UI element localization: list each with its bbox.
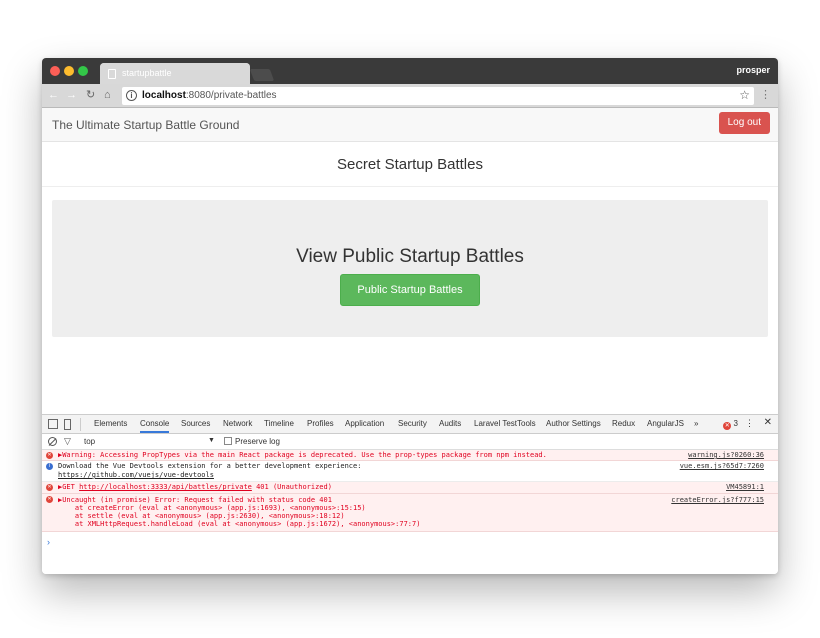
log-source-link[interactable]: VM45891:1 [726, 483, 764, 491]
error-icon: ✕ [46, 496, 53, 503]
tab-redux[interactable]: Redux [612, 419, 635, 428]
browser-tab[interactable]: startupbattle [100, 63, 250, 84]
tab-sources[interactable]: Sources [181, 419, 210, 428]
devtools-panel: Elements Console Sources Network Timelin… [42, 414, 778, 574]
tab-title: startupbattle [122, 68, 172, 78]
back-icon[interactable]: ← [48, 88, 59, 102]
stack-line: at settle (eval at <anonymous> (app.js:2… [58, 512, 345, 520]
address-toolbar: ← → ↻ ⌂ i localhost:8080/private-battles… [42, 84, 778, 108]
error-count: 3 [733, 419, 738, 428]
stack-line: at XMLHttpRequest.handleLoad (eval at <a… [58, 520, 421, 528]
home-icon[interactable]: ⌂ [104, 88, 111, 102]
jumbotron: View Public Startup Battles Public Start… [52, 200, 768, 337]
browser-window: startupbattle prosper ← → ↻ ⌂ i localhos… [42, 58, 778, 574]
log-source-link[interactable]: vue.esm.js?65d7:7260 [680, 462, 764, 470]
address-bar[interactable]: i localhost:8080/private-battles ☆ [122, 87, 754, 105]
browser-menu-icon[interactable]: ⋮ [760, 88, 771, 101]
url-host: localhost [142, 90, 186, 101]
profile-name[interactable]: prosper [736, 65, 770, 75]
tab-profiles[interactable]: Profiles [307, 419, 334, 428]
minimize-window-button[interactable] [64, 66, 74, 76]
error-icon: ✕ [46, 452, 53, 459]
page-icon [108, 69, 116, 79]
tab-elements[interactable]: Elements [94, 419, 127, 428]
filter-icon[interactable]: ▽ [64, 436, 71, 447]
tab-audits[interactable]: Audits [439, 419, 461, 428]
console-prompt[interactable]: › [47, 537, 50, 547]
devtools-menu-icon[interactable]: ⋮ [745, 418, 754, 429]
title-bar: startupbattle prosper [42, 58, 778, 84]
tab-timeline[interactable]: Timeline [264, 419, 294, 428]
info-icon: i [46, 463, 53, 470]
preserve-log-checkbox[interactable] [224, 437, 232, 445]
console-message: ✕ ▶GET http://localhost:3333/api/battles… [42, 482, 778, 494]
new-tab-button[interactable] [249, 69, 275, 81]
separator [80, 418, 81, 431]
log-source-link[interactable]: createError.js?f777:15 [671, 496, 764, 504]
inspect-element-icon[interactable] [48, 419, 58, 429]
log-text[interactable]: ▶Warning: Accessing PropTypes via the ma… [58, 451, 547, 459]
public-battles-button[interactable]: Public Startup Battles [340, 274, 480, 306]
context-select[interactable]: top [84, 437, 95, 446]
preserve-log-label: Preserve log [235, 437, 280, 446]
tab-angularjs[interactable]: AngularJS [647, 419, 684, 428]
page-title: Secret Startup Battles [337, 156, 483, 173]
console-message: i Download the Vue Devtools extension fo… [42, 461, 778, 482]
app-navbar: The Ultimate Startup Battle Ground Log o… [42, 108, 778, 142]
chevron-down-icon[interactable]: ▼ [208, 437, 215, 444]
tab-network[interactable]: Network [223, 419, 252, 428]
tab-application[interactable]: Application [345, 419, 384, 428]
divider [42, 186, 778, 187]
url-path: :8080/private-battles [185, 90, 277, 101]
close-window-button[interactable] [50, 66, 60, 76]
log-prefix: ▶GET [58, 483, 80, 491]
log-status: 401 (Unauthorized) [251, 483, 332, 491]
tab-console[interactable]: Console [140, 419, 170, 433]
log-source-link[interactable]: warning.js?0260:36 [688, 451, 764, 459]
devtools-link[interactable]: https://github.com/vuejs/vue-devtools [58, 471, 214, 479]
bookmark-star-icon[interactable]: ☆ [739, 88, 750, 102]
stack-line: at createError (eval at <anonymous> (app… [58, 504, 366, 512]
error-count-badge[interactable]: ✕ 3 [723, 419, 738, 430]
error-icon: ✕ [723, 422, 732, 430]
maximize-window-button[interactable] [78, 66, 88, 76]
log-text[interactable]: ▶GET http://localhost:3333/api/battles/p… [58, 483, 332, 491]
console-message: ✕ ▶Warning: Accessing PropTypes via the … [42, 450, 778, 461]
reload-icon[interactable]: ↻ [86, 88, 95, 102]
tab-author-settings[interactable]: Author Settings [546, 419, 601, 428]
tab-security[interactable]: Security [398, 419, 427, 428]
info-icon[interactable]: i [126, 90, 137, 101]
error-icon: ✕ [46, 484, 53, 491]
device-toolbar-icon[interactable] [64, 419, 71, 430]
console-message: ✕ ▶Uncaught (in promise) Error: Request … [42, 494, 778, 532]
log-text: Download the Vue Devtools extension for … [58, 462, 362, 470]
console-filterbar: ▽ top ▼ Preserve log [42, 434, 778, 450]
more-tabs-icon[interactable]: » [694, 419, 698, 428]
log-text[interactable]: ▶Uncaught (in promise) Error: Request fa… [58, 496, 332, 504]
devtools-tabbar: Elements Console Sources Network Timelin… [42, 415, 778, 434]
clear-console-icon[interactable] [48, 437, 57, 446]
tab-laravel-testtools[interactable]: Laravel TestTools [474, 419, 536, 428]
jumbotron-title: View Public Startup Battles [296, 246, 524, 267]
request-url-link[interactable]: http://localhost:3333/api/battles/privat… [79, 483, 252, 491]
app-brand[interactable]: The Ultimate Startup Battle Ground [52, 118, 239, 132]
logout-button[interactable]: Log out [718, 112, 770, 134]
url-text: localhost:8080/private-battles [142, 90, 277, 101]
close-devtools-icon[interactable]: ✕ [764, 417, 772, 428]
forward-icon[interactable]: → [66, 88, 77, 102]
